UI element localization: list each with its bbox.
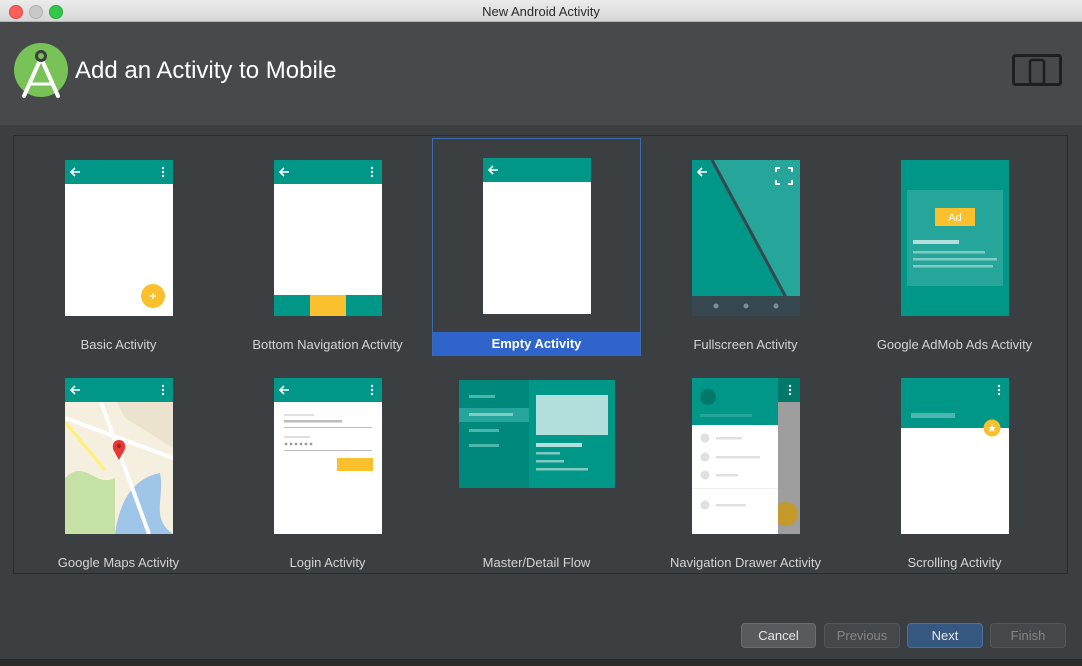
template-label: Login Activity (289, 555, 366, 570)
empty-activity-thumbnail (482, 158, 591, 314)
window-title: New Android Activity (482, 4, 600, 19)
master-detail-flow-thumbnail (458, 380, 615, 488)
template-tile-fullscreen-activity[interactable]: Fullscreen Activity (641, 138, 850, 356)
template-tile-empty-activity[interactable]: Empty Activity (432, 138, 641, 356)
window-titlebar: New Android Activity (0, 0, 1082, 22)
android-studio-logo-icon (14, 40, 72, 104)
previous-button[interactable]: Previous (824, 623, 900, 648)
navigation-drawer-activity-thumbnail (691, 378, 800, 534)
template-label: Empty Activity (433, 332, 640, 356)
fullscreen-activity-thumbnail (691, 160, 800, 316)
template-tile-master-detail-flow[interactable]: Master/Detail Flow (432, 356, 641, 574)
template-tile-basic-activity[interactable]: Basic Activity (14, 138, 223, 356)
page-title: Add an Activity to Mobile (75, 57, 337, 84)
ide-status-strip (0, 659, 1082, 666)
next-button[interactable]: Next (907, 623, 983, 648)
finish-button[interactable]: Finish (990, 623, 1066, 648)
admob-activity-thumbnail: Ad (900, 160, 1009, 316)
ad-badge-text: Ad (948, 212, 961, 224)
template-tile-navigation-drawer-activity[interactable]: Navigation Drawer Activity (641, 356, 850, 574)
template-tile-login-activity[interactable]: Login Activity (223, 356, 432, 574)
template-label: Scrolling Activity (907, 555, 1002, 570)
template-label: Basic Activity (80, 337, 157, 352)
scrolling-activity-thumbnail (900, 378, 1009, 534)
template-tile-bottom-navigation-activity[interactable]: Bottom Navigation Activity (223, 138, 432, 356)
template-label: Google AdMob Ads Activity (876, 337, 1033, 352)
template-label: Master/Detail Flow (482, 555, 591, 570)
cancel-button[interactable]: Cancel (741, 623, 816, 648)
template-label: Navigation Drawer Activity (670, 555, 821, 570)
bottom-navigation-activity-thumbnail (273, 160, 382, 316)
template-gallery: Basic Activity Bottom Navigation Activit… (13, 135, 1068, 574)
template-label: Google Maps Activity (57, 555, 180, 570)
google-maps-activity-thumbnail (64, 378, 173, 534)
template-label: Fullscreen Activity (693, 337, 798, 352)
template-tile-google-admob-ads-activity[interactable]: Ad Google AdMob Ads Activity (850, 138, 1059, 356)
basic-activity-thumbnail (64, 160, 173, 316)
login-activity-thumbnail (273, 378, 382, 534)
dialog-header: Add an Activity to Mobile (0, 22, 1082, 125)
template-tile-google-maps-activity[interactable]: Google Maps Activity (14, 356, 223, 574)
form-factor-icon (1012, 54, 1064, 93)
template-tile-scrolling-activity[interactable]: Scrolling Activity (850, 356, 1059, 574)
template-label: Bottom Navigation Activity (252, 337, 403, 352)
